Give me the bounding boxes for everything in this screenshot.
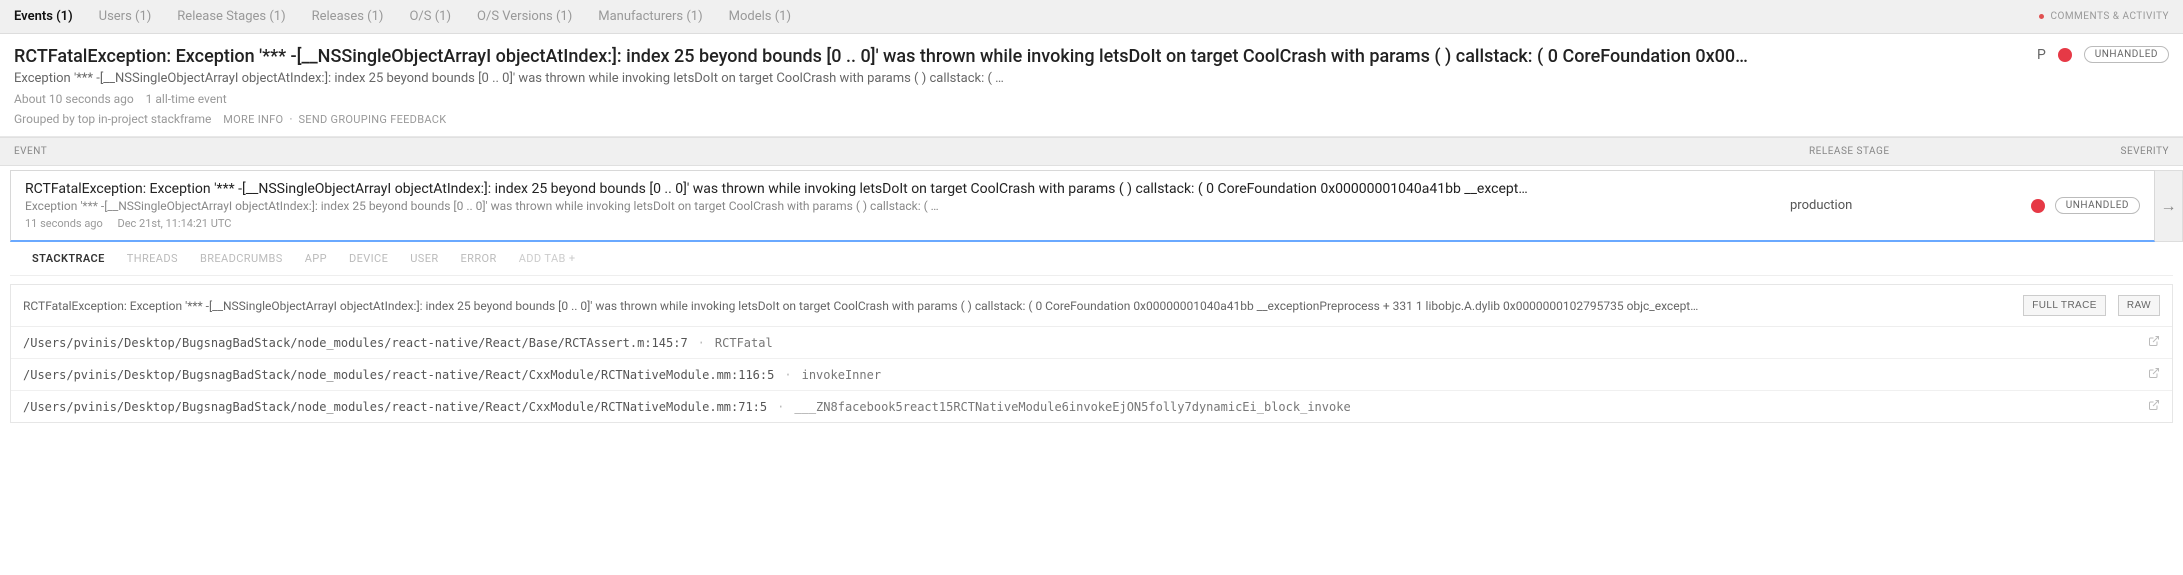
add-tab-button[interactable]: ADD TAB +	[519, 252, 576, 265]
priority-label[interactable]: P	[2037, 47, 2046, 63]
more-info-link[interactable]: MORE INFO	[223, 113, 283, 126]
col-severity: SEVERITY	[2029, 146, 2169, 157]
detail-tab[interactable]: USER	[410, 252, 438, 265]
event-detail-tabs: STACKTRACE THREADS BREADCRUMBS APP DEVICE USE…	[10, 242, 2173, 276]
filter-tab[interactable]: Releases (1)	[312, 9, 384, 24]
error-status-cluster: P UNHANDLED	[2037, 46, 2169, 63]
stack-frame[interactable]: /Users/pvinis/Desktop/BugsnagBadStack/no…	[11, 391, 2172, 422]
frame-function: RCTFatal	[715, 336, 773, 350]
error-summary: RCTFatalException: Exception '*** -[__NS…	[0, 34, 2183, 137]
filter-tabs: Events (1) Users (1) Release Stages (1) Rel…	[14, 9, 791, 24]
error-title: RCTFatalException: Exception '*** -[__NS…	[14, 46, 2017, 67]
filter-tab[interactable]: Manufacturers (1)	[598, 9, 702, 24]
error-event-count: 1 all-time event	[146, 92, 227, 106]
filter-tab[interactable]: Release Stages (1)	[177, 9, 285, 24]
detail-tab[interactable]: BREADCRUMBS	[200, 252, 283, 265]
external-link-icon[interactable]	[2148, 335, 2160, 350]
arrow-right-icon: →	[2161, 196, 2177, 216]
events-column-header: EVENT RELEASE STAGE SEVERITY	[0, 137, 2183, 166]
top-tab-bar: Events (1) Users (1) Release Stages (1) Rel…	[0, 0, 2183, 34]
external-link-icon[interactable]	[2148, 367, 2160, 382]
event-timestamp: Dec 21st, 11:14:21 UTC	[118, 217, 232, 230]
event-release-stage: production	[1790, 198, 1980, 213]
frame-function: invokeInner	[802, 368, 881, 382]
filter-tab[interactable]: Users (1)	[99, 9, 152, 24]
frame-path: /Users/pvinis/Desktop/BugsnagBadStack/no…	[23, 336, 688, 350]
comments-activity-link[interactable]: COMMENTS & ACTIVITY	[2039, 11, 2169, 22]
stacktrace-block: RCTFatalException: Exception '*** -[__NS…	[10, 284, 2173, 423]
event-subtitle: Exception '*** -[__NSSingleObjectArrayI …	[25, 199, 1770, 213]
comments-label: COMMENTS & ACTIVITY	[2050, 11, 2169, 22]
event-age: 11 seconds ago	[25, 217, 103, 230]
detail-tab[interactable]: THREADS	[127, 252, 178, 265]
stacktrace-message: RCTFatalException: Exception '*** -[__NS…	[23, 299, 2011, 313]
col-release-stage: RELEASE STAGE	[1809, 146, 2029, 157]
expand-event-button[interactable]: →	[2155, 170, 2183, 242]
unhandled-pill[interactable]: UNHANDLED	[2084, 46, 2169, 63]
frame-path: /Users/pvinis/Desktop/BugsnagBadStack/no…	[23, 400, 767, 414]
stack-frame[interactable]: /Users/pvinis/Desktop/BugsnagBadStack/no…	[11, 359, 2172, 391]
unhandled-pill[interactable]: UNHANDLED	[2055, 197, 2140, 214]
event-title: RCTFatalException: Exception '*** -[__NS…	[25, 181, 1770, 197]
external-link-icon[interactable]	[2148, 399, 2160, 414]
event-row[interactable]: RCTFatalException: Exception '*** -[__NS…	[10, 170, 2155, 242]
filter-tab[interactable]: Events (1)	[14, 9, 73, 24]
severity-dot-icon[interactable]	[2058, 48, 2072, 62]
dot-separator-icon: ·	[777, 400, 784, 414]
frame-path: /Users/pvinis/Desktop/BugsnagBadStack/no…	[23, 368, 774, 382]
detail-tab[interactable]: APP	[305, 252, 327, 265]
filter-tab[interactable]: O/S (1)	[409, 9, 451, 24]
dot-separator-icon: ·	[784, 368, 791, 382]
frame-function: ___ZN8facebook5react15RCTNativeModule6in…	[794, 400, 1350, 414]
grouping-text: Grouped by top in-project stackframe	[14, 112, 211, 126]
detail-tab[interactable]: DEVICE	[349, 252, 388, 265]
error-subtitle: Exception '*** -[__NSSingleObjectArrayI …	[14, 71, 2017, 86]
severity-dot-icon[interactable]	[2031, 199, 2045, 213]
full-trace-button[interactable]: FULL TRACE	[2023, 295, 2106, 316]
dot-separator-icon: ·	[698, 336, 705, 350]
raw-button[interactable]: RAW	[2118, 295, 2160, 316]
send-grouping-feedback-link[interactable]: SEND GROUPING FEEDBACK	[298, 113, 446, 126]
col-event: EVENT	[14, 146, 1809, 157]
detail-tab[interactable]: ERROR	[461, 252, 497, 265]
filter-tab[interactable]: O/S Versions (1)	[477, 9, 572, 24]
error-age: About 10 seconds ago	[14, 92, 134, 106]
detail-tab[interactable]: STACKTRACE	[32, 252, 105, 265]
stack-frame[interactable]: /Users/pvinis/Desktop/BugsnagBadStack/no…	[11, 327, 2172, 359]
filter-tab[interactable]: Models (1)	[729, 9, 791, 24]
